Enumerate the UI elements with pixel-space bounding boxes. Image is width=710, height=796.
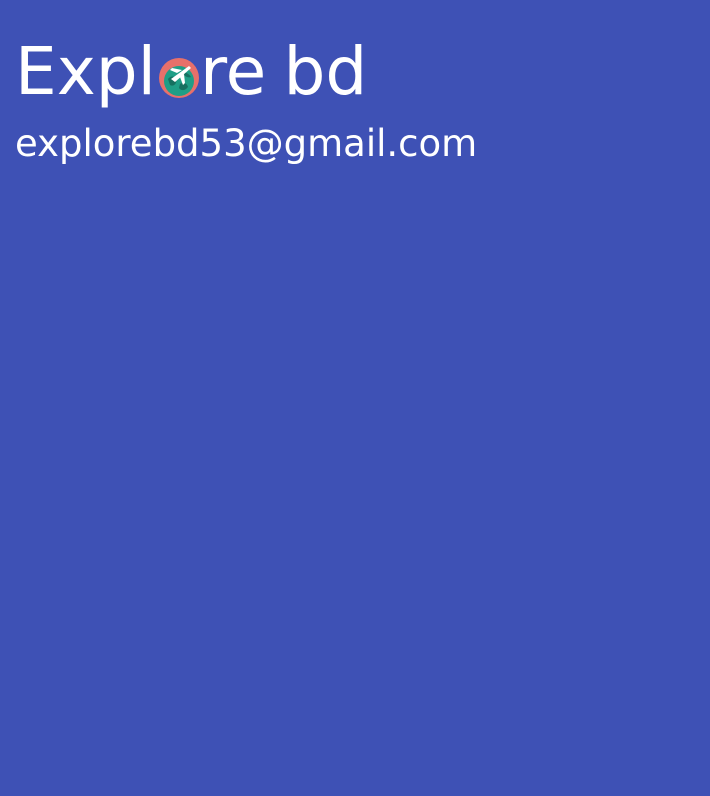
brand-text-end: bd: [283, 33, 368, 110]
brand-logo[interactable]: Expl re bd: [15, 36, 367, 108]
app-root: Expl re bd explorebd53@gmail.com: [0, 0, 710, 796]
contact-email[interactable]: explorebd53@gmail.com: [15, 122, 477, 166]
globe-airplane-icon: [158, 57, 200, 99]
brand-text-start: Expl: [15, 33, 156, 110]
brand-text-middle: re: [200, 33, 267, 110]
